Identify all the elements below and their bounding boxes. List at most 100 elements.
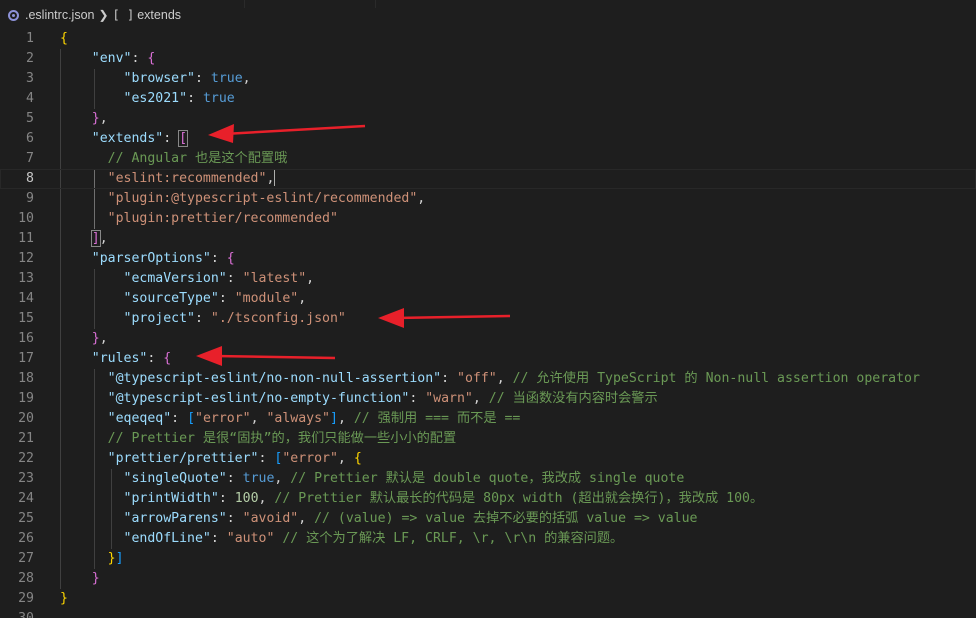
code-line[interactable]: 23 "singleQuote": true, // Prettier 默认是 … [0, 469, 976, 489]
code-content: "eqeqeq": ["error", "always"], // 强制用 ==… [60, 409, 521, 429]
code-token: , [472, 391, 489, 406]
code-token: { [60, 31, 68, 46]
code-token: "error" [282, 451, 338, 466]
code-line[interactable]: 16 }, [0, 329, 976, 349]
code-content: "printWidth": 100, // Prettier 默认最长的代码是 … [60, 489, 764, 509]
code-token: , [266, 171, 275, 186]
code-line[interactable]: 6 "extends": [ [0, 129, 976, 149]
line-number: 15 [18, 311, 34, 326]
code-line[interactable]: 21 // Prettier 是很“固执”的，我们只能做一些小小的配置 [0, 429, 976, 449]
code-content: "es2021": true [60, 89, 235, 109]
code-line[interactable]: 25 "arrowParens": "avoid", // (value) =>… [0, 509, 976, 529]
text-cursor [274, 170, 276, 186]
code-line[interactable]: 3 "browser": true, [0, 69, 976, 89]
code-token: "plugin:prettier/recommended" [107, 211, 338, 226]
code-content: } [60, 569, 100, 589]
code-line[interactable]: 8 "eslint:recommended", [0, 169, 976, 189]
code-token: "ecmaVersion" [123, 271, 227, 286]
code-token: "browser" [123, 71, 195, 86]
code-content: "plugin:@typescript-eslint/recommended", [60, 189, 426, 209]
code-line[interactable]: 9 "plugin:@typescript-eslint/recommended… [0, 189, 976, 209]
code-token: "sourceType" [123, 291, 219, 306]
code-content: "sourceType": "module", [60, 289, 307, 309]
code-line[interactable]: 1{ [0, 29, 976, 49]
line-number: 14 [18, 291, 34, 306]
code-line[interactable]: 10 "plugin:prettier/recommended" [0, 209, 976, 229]
code-token: { [226, 251, 235, 266]
code-line[interactable]: 17 "rules": { [0, 349, 976, 369]
code-line[interactable]: 24 "printWidth": 100, // Prettier 默认最长的代… [0, 489, 976, 509]
code-token: // 强制用 === 而不是 == [353, 411, 521, 426]
code-line[interactable]: 4 "es2021": true [0, 89, 976, 109]
code-token: , [274, 471, 291, 486]
code-token: "printWidth" [123, 491, 219, 506]
code-line[interactable]: 29} [0, 589, 976, 609]
code-line[interactable]: 27 }] [0, 549, 976, 569]
code-line[interactable]: 20 "eqeqeq": ["error", "always"], // 强制用… [0, 409, 976, 429]
code-line[interactable]: 19 "@typescript-eslint/no-empty-function… [0, 389, 976, 409]
code-token: "plugin:@typescript-eslint/recommended" [107, 191, 418, 206]
code-line[interactable]: 2 "env": { [0, 49, 976, 69]
code-token: [ [178, 130, 189, 147]
code-token: , [298, 511, 315, 526]
code-content: { [60, 29, 68, 49]
line-number: 1 [26, 31, 34, 46]
code-token: // 这个为了解决 LF, CRLF, \r, \r\n 的兼容问题。 [282, 531, 624, 546]
code-line[interactable]: 12 "parserOptions": { [0, 249, 976, 269]
line-number: 27 [18, 551, 34, 566]
code-token: "prettier/prettier" [107, 451, 259, 466]
line-number: 20 [18, 411, 34, 426]
code-line[interactable]: 14 "sourceType": "module", [0, 289, 976, 309]
code-token: , [496, 371, 513, 386]
code-editor[interactable]: 1{2 "env": {3 "browser": true, 4 "es2021"… [0, 29, 976, 618]
code-content: "ecmaVersion": "latest", [60, 269, 315, 289]
code-token: "auto" [226, 531, 275, 546]
code-line[interactable]: 13 "ecmaVersion": "latest", [0, 269, 976, 289]
code-line[interactable]: 26 "endOfLine": "auto" // 这个为了解决 LF, CRL… [0, 529, 976, 549]
code-token: 100 [234, 491, 259, 506]
line-number: 9 [26, 191, 34, 206]
code-content: }] [60, 549, 124, 569]
code-token: // Prettier 是很“固执”的，我们只能做一些小小的配置 [107, 431, 457, 446]
code-content: } [60, 589, 68, 609]
code-line[interactable]: 15 "project": "./tsconfig.json" [0, 309, 976, 329]
code-line[interactable]: 7 // Angular 也是这个配置哦 [0, 149, 976, 169]
code-token: true [242, 471, 275, 486]
code-token: : [218, 491, 235, 506]
code-content: "parserOptions": { [60, 249, 235, 269]
code-token: : [187, 91, 203, 106]
breadcrumb-file[interactable]: .eslintrc.json [25, 8, 94, 22]
code-token: : [163, 131, 180, 146]
chevron-right-icon: ❯ [98, 8, 109, 22]
code-token: : [258, 451, 275, 466]
code-line[interactable]: 5 }, [0, 109, 976, 129]
line-number: 19 [18, 391, 34, 406]
code-content: "env": { [60, 49, 156, 69]
code-content: // Prettier 是很“固执”的，我们只能做一些小小的配置 [60, 429, 457, 449]
code-line[interactable]: 22 "prettier/prettier": ["error", { [0, 449, 976, 469]
code-line[interactable]: 11 ], [0, 229, 976, 249]
code-line[interactable]: 28 } [0, 569, 976, 589]
code-line[interactable]: 18 "@typescript-eslint/no-non-null-asser… [0, 369, 976, 389]
code-content: "rules": { [60, 349, 171, 369]
code-token: , [337, 411, 354, 426]
code-token: // 当函数没有内容时会警示 [488, 391, 658, 406]
code-token: true [210, 71, 243, 86]
code-content: ], [60, 229, 108, 249]
code-token: : [210, 531, 227, 546]
code-token: "./tsconfig.json" [210, 311, 346, 326]
code-line[interactable]: 30 [0, 609, 976, 618]
line-number: 3 [26, 71, 34, 86]
breadcrumb-symbol[interactable]: extends [137, 8, 181, 22]
